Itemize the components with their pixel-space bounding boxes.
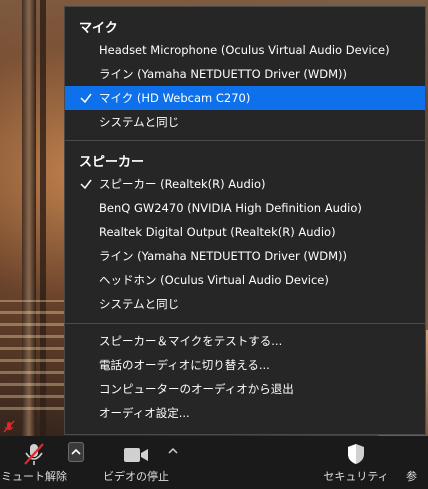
participants-button[interactable]: 参 (398, 436, 428, 489)
mic-item-line-yamaha[interactable]: ライン (Yamaha NETDUETTO Driver (WDM)) (65, 62, 425, 86)
speaker-item-system-default[interactable]: システムと同じ (65, 292, 425, 316)
leave-computer-audio-item[interactable]: コンピューターのオーディオから退出 (65, 377, 425, 401)
test-speaker-mic-item[interactable]: スピーカー＆マイクをテストする... (65, 329, 425, 353)
mic-item-system-default[interactable]: システムと同じ (65, 110, 425, 134)
speaker-item-realtek-digital[interactable]: Realtek Digital Output (Realtek(R) Audio… (65, 220, 425, 244)
chevron-up-icon (71, 448, 81, 455)
video-feed-lights (0, 300, 64, 410)
menu-item-label: システムと同じ (99, 297, 180, 311)
speaker-item-benq[interactable]: BenQ GW2470 (NVIDIA High Definition Audi… (65, 196, 425, 220)
menu-item-label: 電話のオーディオに切り替える... (99, 358, 270, 372)
menu-item-label: コンピューターのオーディオから退出 (99, 382, 294, 396)
menu-item-label: マイク (HD Webcam C270) (99, 91, 251, 105)
switch-to-phone-audio-item[interactable]: 電話のオーディオに切り替える... (65, 353, 425, 377)
meeting-toolbar: ミュート解除 ビデオの停止 セキュリティ 参 (0, 436, 428, 489)
microphone-muted-icon (24, 443, 44, 465)
unmute-label: ミュート解除 (1, 470, 67, 483)
menu-item-label: BenQ GW2470 (NVIDIA High Definition Audi… (99, 201, 362, 215)
speaker-item-line-yamaha[interactable]: ライン (Yamaha NETDUETTO Driver (WDM)) (65, 244, 425, 268)
security-label: セキュリティ (323, 470, 389, 483)
menu-item-label: Headset Microphone (Oculus Virtual Audio… (99, 43, 390, 57)
menu-divider (65, 140, 425, 141)
participants-label-partial: 参 (406, 470, 417, 483)
video-camera-icon (124, 448, 148, 462)
microphone-muted-indicator-icon (3, 420, 15, 433)
audio-options-caret-button[interactable] (68, 442, 84, 462)
speaker-item-headphone[interactable]: ヘッドホン (Oculus Virtual Audio Device) (65, 268, 425, 292)
chevron-up-icon[interactable] (166, 444, 180, 458)
menu-item-label: スピーカー (Realtek(R) Audio) (99, 177, 266, 191)
menu-item-label: スピーカー＆マイクをテストする... (99, 334, 283, 348)
menu-divider (65, 323, 425, 324)
speaker-item-realtek[interactable]: スピーカー (Realtek(R) Audio) (65, 172, 425, 196)
check-icon (80, 93, 92, 104)
security-button[interactable]: セキュリティ (320, 436, 392, 489)
menu-item-label: ヘッドホン (Oculus Virtual Audio Device) (99, 273, 329, 287)
menu-item-label: ライン (Yamaha NETDUETTO Driver (WDM)) (99, 249, 348, 263)
stop-video-label: ビデオの停止 (103, 470, 169, 483)
audio-settings-item[interactable]: オーディオ設定... (65, 401, 425, 425)
check-icon (80, 179, 92, 190)
unmute-button[interactable]: ミュート解除 (0, 436, 68, 489)
mic-item-webcam[interactable]: マイク (HD Webcam C270) (65, 86, 425, 110)
microphone-section-header: マイク (79, 21, 118, 36)
menu-item-label: ライン (Yamaha NETDUETTO Driver (WDM)) (99, 67, 348, 81)
menu-item-label: システムと同じ (99, 115, 180, 129)
menu-item-label: Realtek Digital Output (Realtek(R) Audio… (99, 225, 336, 239)
shield-icon (348, 444, 364, 464)
menu-item-label: オーディオ設定... (99, 406, 190, 420)
speaker-section-header: スピーカー (79, 155, 145, 170)
audio-device-menu: マイク Headset Microphone (Oculus Virtual A… (64, 6, 426, 435)
mic-item-headset[interactable]: Headset Microphone (Oculus Virtual Audio… (65, 38, 425, 62)
stop-video-button[interactable]: ビデオの停止 (98, 436, 174, 489)
